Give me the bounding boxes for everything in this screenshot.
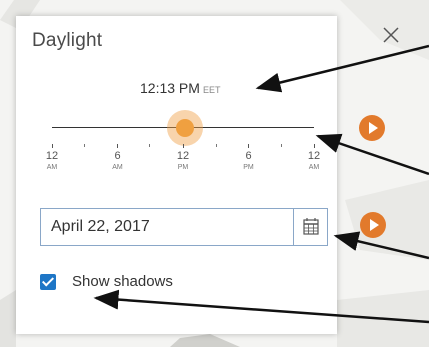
show-shadows-checkbox[interactable] xyxy=(40,274,56,290)
show-shadows-label[interactable]: Show shadows xyxy=(72,273,173,290)
slider-handle[interactable] xyxy=(166,110,203,146)
time-value: 12:13 PM xyxy=(140,80,200,96)
time-zone: EET xyxy=(202,85,221,95)
slider-tick-labels: 12 AM 6 AM 12 PM 6 PM 12 AM xyxy=(46,144,320,184)
tick-label: 12 AM xyxy=(32,144,72,171)
time-slider[interactable] xyxy=(52,110,314,146)
calendar-icon xyxy=(303,218,319,235)
date-input[interactable] xyxy=(41,209,291,245)
calendar-button[interactable] xyxy=(293,209,327,245)
date-picker xyxy=(40,208,328,246)
close-button[interactable] xyxy=(382,26,402,46)
close-icon xyxy=(383,27,399,43)
play-date-button[interactable] xyxy=(360,212,386,238)
tick-label: 6 PM xyxy=(229,144,269,171)
tick-label: 6 AM xyxy=(98,144,138,171)
play-time-button[interactable] xyxy=(359,115,385,141)
tick-label: 12 PM xyxy=(163,144,203,171)
tick-label: 12 AM xyxy=(294,144,334,171)
time-readout: 12:13 PM EET xyxy=(140,80,220,96)
panel-title: Daylight xyxy=(32,30,103,51)
